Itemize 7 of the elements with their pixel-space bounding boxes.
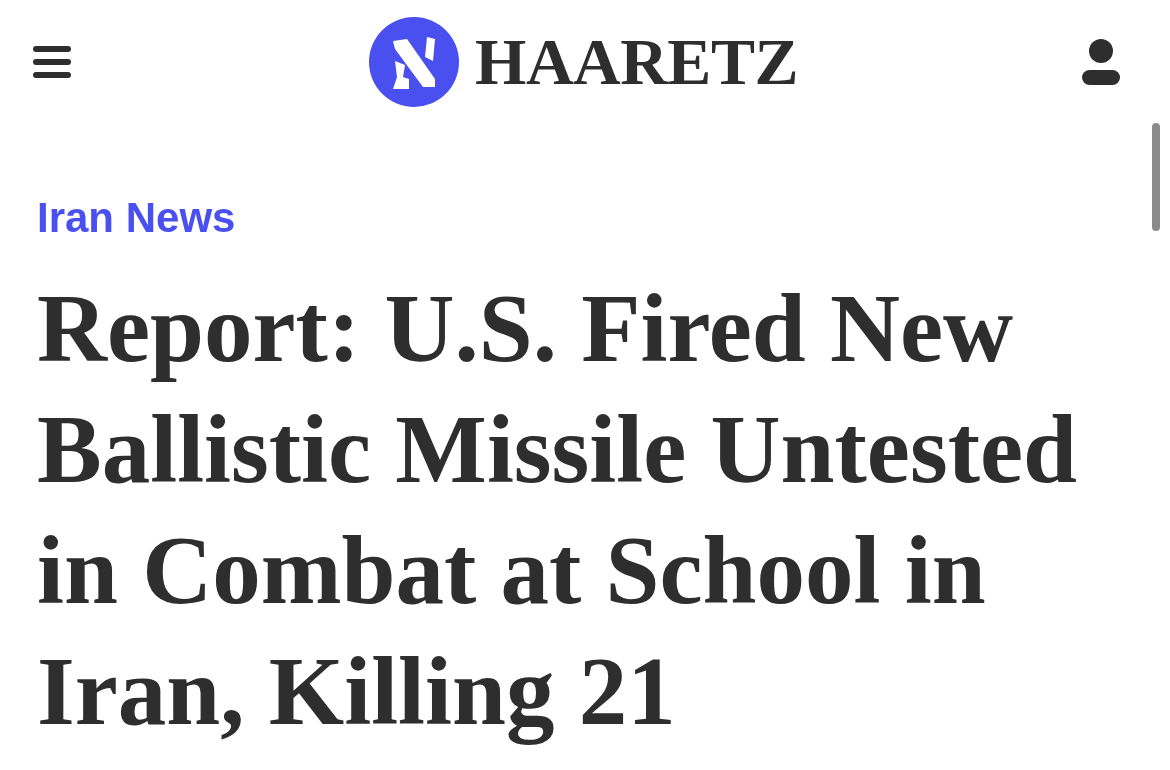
- scrollbar-thumb[interactable]: [1152, 123, 1160, 231]
- logo-wordmark: HAARETZ: [475, 29, 798, 95]
- user-icon[interactable]: [1082, 39, 1120, 85]
- article-headline: Report: U.S. Fired New Ballistic Missile Untested in Combat at School in Iran, Killing 21: [37, 274, 1078, 747]
- logo-icon: [369, 17, 460, 107]
- menu-icon[interactable]: [33, 46, 71, 78]
- section-link[interactable]: Iran News: [37, 194, 236, 242]
